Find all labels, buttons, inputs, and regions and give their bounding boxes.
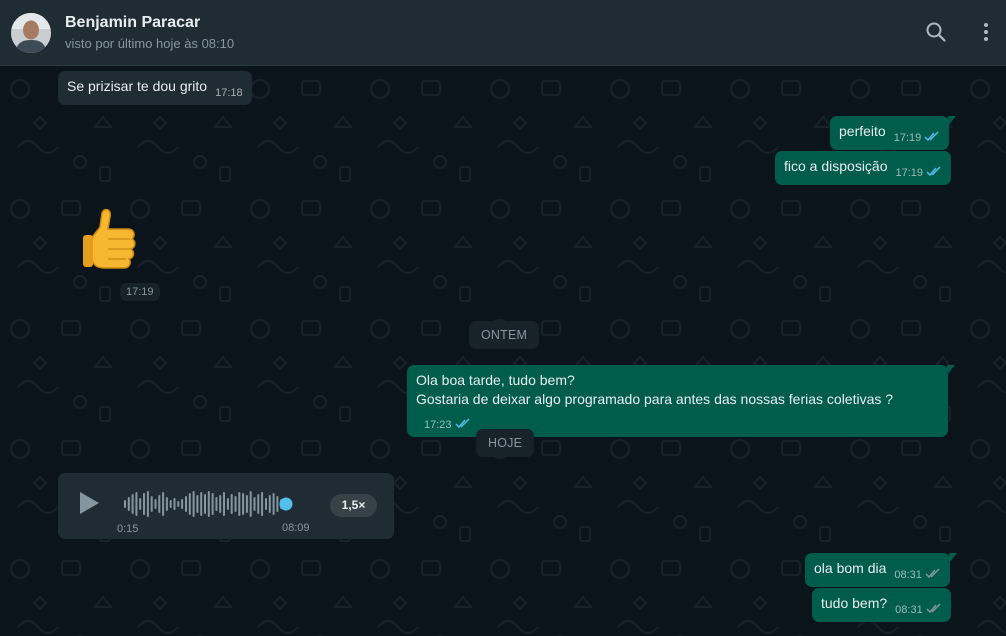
- waveform-bar: [185, 496, 187, 512]
- message-time: 08:09: [282, 522, 310, 534]
- waveform-bar: [242, 493, 245, 515]
- message-outgoing[interactable]: Ola boa tarde, tudo bem? Gostaria de dei…: [407, 365, 955, 437]
- bubble-tail: [948, 553, 957, 563]
- message-time: 17:19: [895, 167, 924, 179]
- waveform-bar: [150, 496, 153, 512]
- waveform-bar: [162, 492, 165, 516]
- waveform-bar: [143, 493, 145, 515]
- message-time: 17:19: [120, 283, 160, 301]
- message-text: ola bom dia: [814, 560, 887, 576]
- message-time: 17:19: [893, 132, 922, 144]
- waveform-bar: [276, 496, 279, 512]
- message-time: 17:18: [215, 87, 243, 99]
- waveform-bar: [124, 500, 126, 508]
- message-text: tudo bem?: [821, 595, 888, 611]
- waveform-bar: [169, 500, 172, 508]
- waveform-bar: [223, 492, 225, 516]
- search-icon[interactable]: [924, 20, 948, 44]
- waveform-bar: [204, 494, 206, 514]
- waveform-bar: [154, 499, 157, 509]
- double-check-icon: [924, 131, 939, 142]
- message-time: 08:31: [895, 604, 923, 616]
- waveform-bar: [131, 494, 134, 514]
- voice-waveform[interactable]: [124, 489, 304, 519]
- voice-message[interactable]: 0:15 08:09 1,5×: [58, 473, 394, 539]
- thumbs-up-icon[interactable]: [82, 207, 142, 269]
- contact-avatar[interactable]: [11, 13, 51, 53]
- waveform-bar: [165, 497, 168, 511]
- waveform-bar: [177, 501, 180, 507]
- message-outgoing[interactable]: tudo bem? 08:31: [812, 588, 951, 622]
- message-outgoing[interactable]: fico a disposição 17:19: [775, 151, 952, 185]
- waveform-bar: [261, 492, 264, 516]
- waveform-bar: [245, 495, 248, 513]
- message-text-line: Gostaria de deixar algo programado para …: [416, 391, 894, 407]
- waveform-bar: [253, 497, 256, 511]
- playback-position-handle[interactable]: [279, 497, 293, 511]
- waveform-bar: [230, 494, 233, 514]
- contact-name[interactable]: Benjamin Paracar: [65, 14, 200, 32]
- waveform-bar: [257, 494, 260, 514]
- playback-speed-button[interactable]: 1,5×: [330, 494, 377, 517]
- waveform-bar: [127, 497, 130, 511]
- message-text: perfeito: [839, 123, 886, 139]
- message-outgoing[interactable]: ola bom dia 08:31: [805, 553, 957, 587]
- double-check-icon: [925, 568, 940, 579]
- waveform-bar: [135, 492, 138, 516]
- waveform-bar: [215, 497, 218, 511]
- waveform-bar: [188, 493, 191, 515]
- waveform-bar: [181, 499, 184, 509]
- message-text: Se prizisar te dou grito: [67, 78, 208, 94]
- contact-last-seen: visto por último hoje às 08:10: [65, 36, 235, 51]
- date-divider: ONTEM: [469, 321, 540, 349]
- play-icon[interactable]: [78, 491, 100, 515]
- double-check-icon: [926, 603, 941, 614]
- bubble-tail: [948, 116, 957, 126]
- waveform-bar: [192, 491, 195, 517]
- waveform-bar: [219, 495, 222, 513]
- waveform-bar: [139, 498, 142, 510]
- waveform-bar: [238, 492, 241, 516]
- message-text: fico a disposição: [784, 158, 888, 174]
- waveform-bar: [265, 498, 267, 510]
- message-text-line: Ola boa tarde, tudo bem?: [416, 372, 575, 388]
- message-time: 17:23: [424, 419, 452, 431]
- waveform-bar: [249, 491, 252, 517]
- double-check-icon: [926, 166, 941, 177]
- bubble-tail: [947, 365, 955, 375]
- message-outgoing[interactable]: perfeito 17:19: [830, 116, 957, 150]
- chat-header: Benjamin Paracar visto por último hoje à…: [0, 0, 1006, 66]
- voice-duration: 0:15: [117, 523, 139, 535]
- chat-panel[interactable]: Se prizisar te dou grito 17:18 perfeito 17…: [0, 67, 1006, 636]
- waveform-bar: [268, 495, 271, 513]
- waveform-bar: [211, 493, 214, 515]
- waveform-bar: [272, 493, 275, 515]
- message-incoming[interactable]: Se prizisar te dou grito 17:18: [58, 71, 252, 105]
- more-vertical-icon[interactable]: [974, 20, 998, 44]
- waveform-bar: [226, 498, 229, 510]
- message-time: 08:31: [894, 569, 922, 581]
- waveform-bar: [196, 495, 199, 513]
- waveform-bar: [146, 491, 149, 517]
- waveform-bar: [173, 498, 176, 510]
- waveform-bar: [158, 495, 161, 513]
- waveform-bar: [200, 492, 203, 516]
- waveform-bar: [207, 491, 210, 517]
- date-divider: HOJE: [476, 429, 535, 457]
- double-check-icon: [455, 418, 470, 429]
- waveform-bar: [234, 496, 237, 512]
